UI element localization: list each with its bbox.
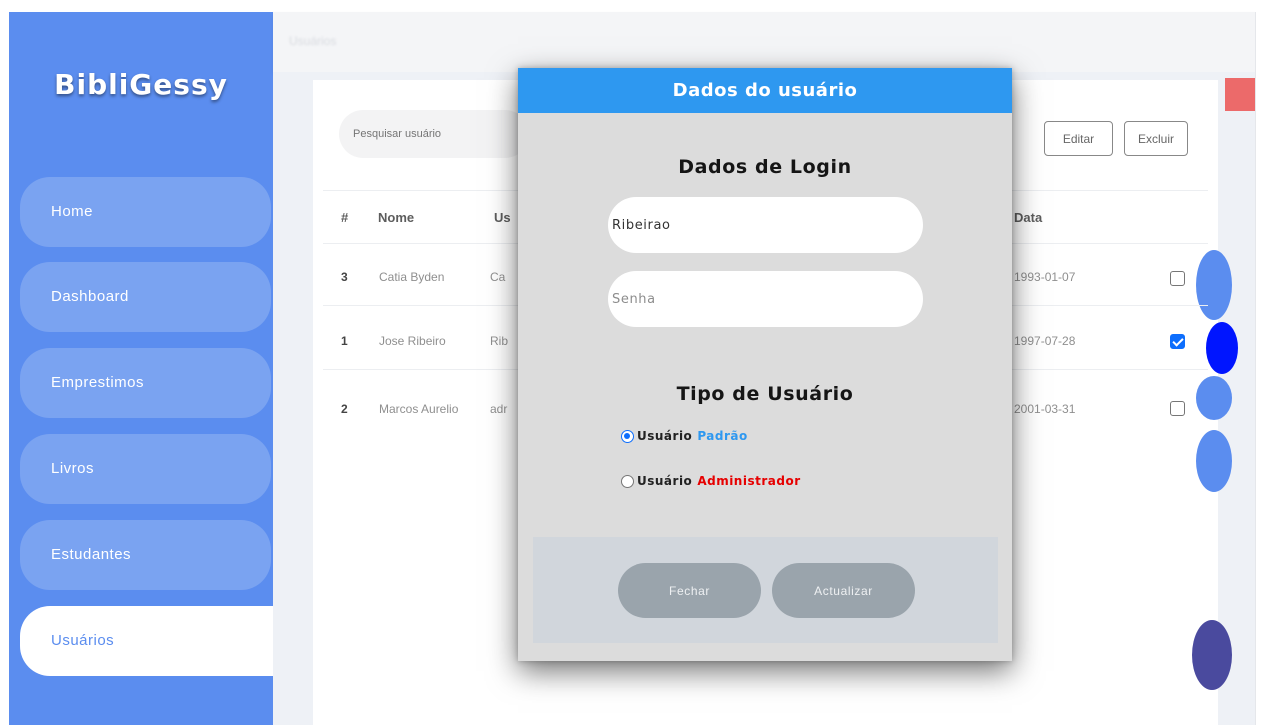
column-header-user: Us <box>494 210 511 225</box>
column-header-date: Data <box>1014 210 1043 225</box>
cell-index: 3 <box>341 270 348 284</box>
sidebar-item-usuarios[interactable]: Usuários <box>20 606 282 676</box>
search-input[interactable] <box>339 110 529 158</box>
close-button[interactable]: Fechar <box>618 563 761 618</box>
cell-date: 2001-03-31 <box>1014 402 1076 416</box>
cell-name: Catia Byden <box>379 270 445 284</box>
radio-label-type: Padrão <box>697 429 748 443</box>
user-type-section-title: Tipo de Usuário <box>676 383 854 405</box>
row-select-checkbox[interactable] <box>1170 401 1185 416</box>
cell-index: 1 <box>341 334 348 348</box>
sidebar-item-dashboard[interactable]: Dashboard <box>20 262 271 332</box>
floating-circle <box>1196 376 1232 420</box>
radio-label-type: Administrador <box>697 474 801 488</box>
delete-button[interactable]: Excluir <box>1124 121 1188 156</box>
floating-circle <box>1196 250 1232 320</box>
row-select-checkbox[interactable] <box>1170 334 1185 349</box>
edit-button[interactable]: Editar <box>1044 121 1113 156</box>
cell-date: 1997-07-28 <box>1014 334 1076 348</box>
radio-button[interactable] <box>621 474 634 488</box>
sidebar-item-livros[interactable]: Livros <box>20 434 271 504</box>
app-logo: BibliGessy <box>54 68 228 101</box>
radio-option-standard[interactable]: Usuário Padrão <box>621 429 748 443</box>
radio-option-admin[interactable]: Usuário Administrador <box>621 474 801 488</box>
sidebar: BibliGessy Home Dashboard Emprestimos Li… <box>9 12 282 725</box>
cell-index: 2 <box>341 402 348 416</box>
cell-name: Jose Ribeiro <box>379 334 446 348</box>
cell-user: adr <box>490 402 508 416</box>
modal-title: Dados do usuário <box>518 68 1012 113</box>
page-title: Usuários <box>289 34 337 48</box>
login-section-title: Dados de Login <box>678 156 852 178</box>
radio-label-prefix: Usuário <box>637 429 693 443</box>
username-field[interactable] <box>608 197 923 253</box>
scrollbar[interactable] <box>1255 12 1262 725</box>
column-header-name: Nome <box>378 210 415 225</box>
sidebar-item-estudantes[interactable]: Estudantes <box>20 520 271 590</box>
top-bar: Usuários <box>273 12 1255 72</box>
cell-date: 1993-01-07 <box>1014 270 1076 284</box>
radio-button[interactable] <box>621 429 634 443</box>
sidebar-item-home[interactable]: Home <box>20 177 271 247</box>
modal-footer: Fechar Actualizar <box>533 537 998 643</box>
cell-name: Marcos Aurelio <box>379 402 459 416</box>
password-field[interactable] <box>608 271 923 327</box>
radio-label-prefix: Usuário <box>637 474 693 488</box>
sidebar-item-emprestimos[interactable]: Emprestimos <box>20 348 271 418</box>
update-button[interactable]: Actualizar <box>772 563 915 618</box>
user-data-modal: Dados do usuário Dados de Login Tipo de … <box>518 68 1012 661</box>
cell-user: Ca <box>490 270 506 284</box>
row-select-checkbox[interactable] <box>1170 271 1185 286</box>
floating-circle <box>1206 322 1238 374</box>
cell-user: Rib <box>490 334 509 348</box>
floating-circle <box>1192 620 1232 690</box>
column-header-index: # <box>341 210 349 225</box>
floating-circle <box>1196 430 1232 492</box>
notification-tab[interactable] <box>1225 78 1255 111</box>
